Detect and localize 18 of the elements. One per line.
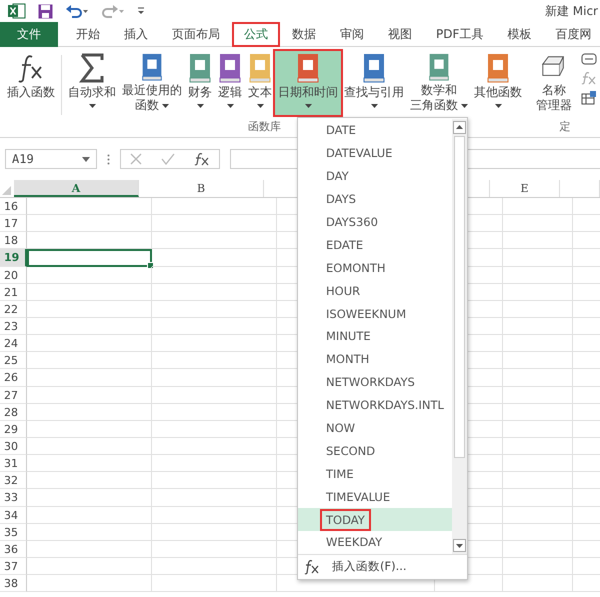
menu-item-label: 插入函数(F)... bbox=[332, 559, 407, 574]
button-label: 数学和 bbox=[421, 83, 457, 98]
button-label: 自动求和 bbox=[68, 85, 116, 100]
group-label: 定 bbox=[560, 119, 570, 135]
button-label: 日期和时间 bbox=[278, 85, 338, 100]
button-label: 财务 bbox=[188, 85, 212, 100]
button-label: 管理器 bbox=[536, 98, 572, 113]
button-label: 函数 bbox=[135, 98, 169, 113]
button-label: 查找与引用 bbox=[344, 85, 404, 100]
button-label: 逻辑 bbox=[218, 85, 242, 100]
button-label: 其他函数 bbox=[474, 85, 522, 100]
window-title: 新建 Micr bbox=[544, 2, 598, 20]
group-label: 函数库 bbox=[248, 119, 281, 135]
button-label: 文本 bbox=[248, 85, 272, 100]
button-label: 三角函数 bbox=[410, 98, 468, 113]
button-label: 插入函数 bbox=[7, 85, 55, 100]
button-label: 最近使用的 bbox=[122, 83, 182, 98]
button-label: 名称 bbox=[542, 83, 566, 98]
